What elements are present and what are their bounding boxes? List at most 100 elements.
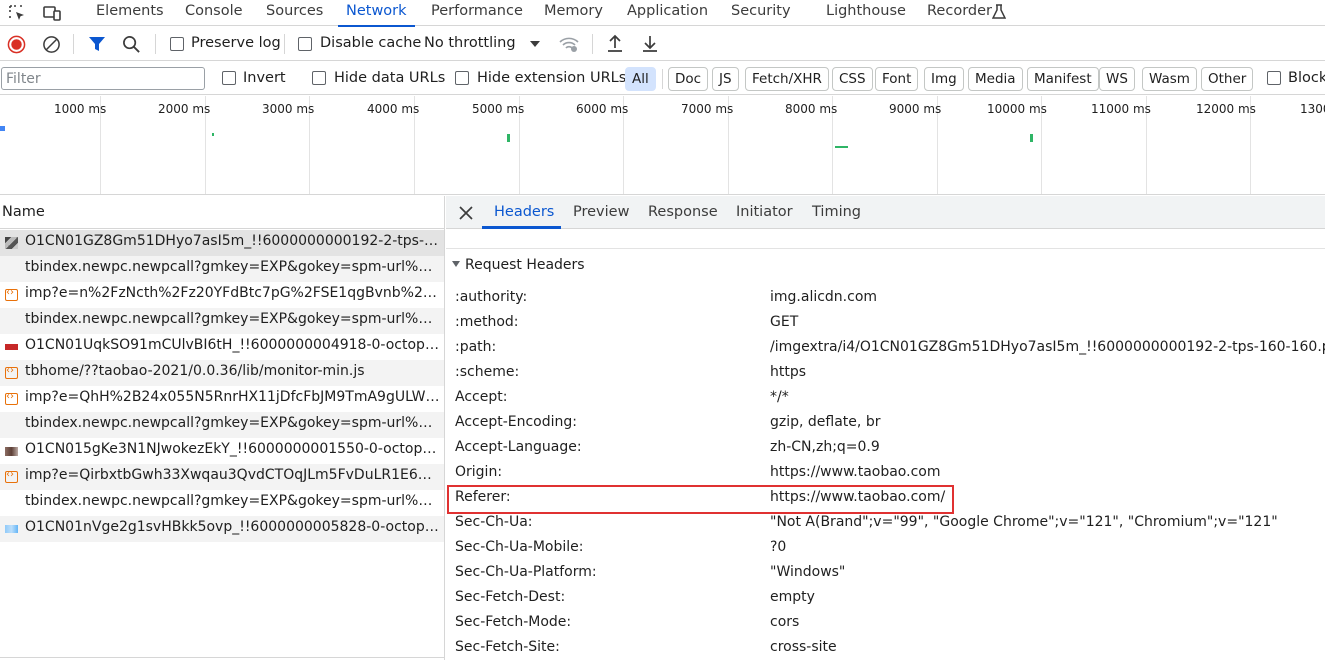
tick-label: 11000 ms bbox=[1091, 102, 1151, 116]
network-overview[interactable]: 1000 ms 2000 ms 3000 ms 4000 ms 5000 ms … bbox=[0, 96, 1325, 195]
tab-network[interactable]: Network bbox=[338, 0, 415, 27]
chevron-down-icon[interactable] bbox=[529, 39, 541, 49]
request-name: imp?e=QirbxtbGwh33Xwqau3QvdCTOqJLm5FvDuL… bbox=[25, 467, 440, 483]
request-row[interactable]: imp?e=QhH%2B24x055N5RnrHX11jDfcFbJM9TmA9… bbox=[0, 386, 444, 412]
header-name: Sec-Fetch-Dest: bbox=[455, 589, 566, 605]
tick-label: 8000 ms bbox=[785, 102, 838, 116]
header-value: https://www.taobao.com bbox=[770, 464, 941, 480]
tick-label: 1000 ms bbox=[54, 102, 107, 116]
disable-cache-label: Disable cache bbox=[320, 35, 422, 51]
tab-preview[interactable]: Preview bbox=[573, 204, 629, 220]
close-icon[interactable] bbox=[458, 205, 474, 221]
hide-data-urls-label: Hide data URLs bbox=[334, 70, 446, 86]
disable-cache-checkbox[interactable] bbox=[298, 37, 312, 51]
filter-icon[interactable] bbox=[88, 35, 106, 53]
header-value: GET bbox=[770, 314, 799, 330]
hide-data-urls-checkbox[interactable] bbox=[312, 71, 326, 85]
tab-recorder[interactable]: Recorder bbox=[927, 0, 992, 26]
type-filter-js[interactable]: JS bbox=[712, 67, 739, 91]
header-name: :authority: bbox=[455, 289, 528, 305]
request-row[interactable]: O1CN01GZ8Gm51DHyo7asI5m_!!6000000000192-… bbox=[0, 230, 444, 256]
filter-input[interactable] bbox=[1, 67, 205, 90]
inspect-element-icon[interactable] bbox=[7, 3, 27, 23]
waterfall-mark bbox=[212, 133, 214, 136]
filter-bar: Invert Hide data URLs Hide extension URL… bbox=[0, 62, 1325, 95]
header-value: cors bbox=[770, 614, 800, 630]
tick-label: 10000 ms bbox=[987, 102, 1047, 116]
request-row[interactable]: tbindex.newpc.newpcall?gmkey=EXP&gokey=s… bbox=[0, 308, 444, 334]
record-stop-icon[interactable] bbox=[7, 35, 26, 54]
header-value: ?0 bbox=[770, 539, 787, 555]
tab-security[interactable]: Security bbox=[731, 0, 791, 26]
type-filter-img[interactable]: Img bbox=[924, 67, 964, 91]
header-name: :method: bbox=[455, 314, 519, 330]
throttling-select[interactable]: No throttling bbox=[424, 35, 516, 51]
type-filter-css[interactable]: CSS bbox=[832, 67, 873, 91]
invert-label: Invert bbox=[243, 70, 286, 86]
tab-sources[interactable]: Sources bbox=[266, 0, 323, 26]
type-filter-other[interactable]: Other bbox=[1201, 67, 1254, 91]
tab-performance[interactable]: Performance bbox=[431, 0, 523, 26]
type-filter-doc[interactable]: Doc bbox=[668, 67, 709, 91]
tick-label: 12000 ms bbox=[1196, 102, 1256, 116]
tab-timing[interactable]: Timing bbox=[812, 204, 861, 220]
waterfall-mark bbox=[0, 126, 5, 131]
header-name: :path: bbox=[455, 339, 497, 355]
request-row[interactable]: imp?e=n%2FzNcth%2Fz20YFdBtc7pG%2FSE1qgBv… bbox=[0, 282, 444, 308]
name-column-header[interactable]: Name bbox=[0, 196, 445, 229]
preserve-log-label: Preserve log bbox=[191, 35, 281, 51]
image-file-icon bbox=[5, 344, 18, 350]
request-headers-section-toggle[interactable]: Request Headers bbox=[452, 257, 585, 273]
request-name: tbindex.newpc.newpcall?gmkey=EXP&gokey=s… bbox=[25, 493, 440, 509]
export-har-icon[interactable] bbox=[641, 34, 659, 53]
header-value: img.alicdn.com bbox=[770, 289, 878, 305]
tab-memory[interactable]: Memory bbox=[544, 0, 603, 26]
tab-response[interactable]: Response bbox=[648, 204, 718, 220]
tab-headers[interactable]: Headers bbox=[494, 204, 554, 220]
header-name: Accept-Language: bbox=[455, 439, 582, 455]
type-filter-all[interactable]: All bbox=[625, 67, 656, 91]
device-toolbar-icon[interactable] bbox=[42, 3, 62, 23]
type-filter-wasm[interactable]: Wasm bbox=[1142, 67, 1197, 91]
request-row[interactable]: tbhome/??taobao-2021/0.0.36/lib/monitor-… bbox=[0, 360, 444, 386]
image-file-icon bbox=[5, 525, 18, 533]
request-row[interactable]: tbindex.newpc.newpcall?gmkey=EXP&gokey=s… bbox=[0, 412, 444, 438]
import-har-icon[interactable] bbox=[606, 34, 624, 53]
tab-lighthouse[interactable]: Lighthouse bbox=[826, 0, 906, 26]
header-name: Origin: bbox=[455, 464, 503, 480]
type-filter-ws[interactable]: WS bbox=[1099, 67, 1135, 91]
type-filter-manifest[interactable]: Manifest bbox=[1027, 67, 1099, 91]
hide-extension-urls-checkbox[interactable] bbox=[455, 71, 469, 85]
search-icon[interactable] bbox=[122, 35, 141, 54]
hide-extension-urls-label: Hide extension URLs bbox=[477, 70, 627, 86]
triangle-down-icon bbox=[452, 261, 460, 267]
request-row[interactable]: O1CN01nVge2g1svHBkk5ovp_!!6000000005828-… bbox=[0, 516, 444, 542]
tick-label: 6000 ms bbox=[576, 102, 629, 116]
clear-icon[interactable] bbox=[42, 35, 61, 54]
tab-application[interactable]: Application bbox=[627, 0, 708, 26]
type-filter-fetch-xhr[interactable]: Fetch/XHR bbox=[745, 67, 829, 91]
type-filter-font[interactable]: Font bbox=[875, 67, 919, 91]
preserve-log-checkbox[interactable] bbox=[170, 37, 184, 51]
tab-elements[interactable]: Elements bbox=[96, 0, 164, 26]
network-conditions-icon[interactable] bbox=[558, 35, 580, 53]
waterfall-mark bbox=[1030, 134, 1033, 142]
tab-console[interactable]: Console bbox=[185, 0, 243, 26]
header-value: /imgextra/i4/O1CN01GZ8Gm51DHyo7asI5m_!!6… bbox=[770, 339, 1325, 355]
script-file-icon bbox=[5, 285, 18, 301]
request-row[interactable]: tbindex.newpc.newpcall?gmkey=EXP&gokey=s… bbox=[0, 490, 444, 516]
invert-checkbox[interactable] bbox=[222, 71, 236, 85]
header-value: "Not A(Brand";v="99", "Google Chrome";v=… bbox=[770, 514, 1278, 530]
type-filter-media[interactable]: Media bbox=[968, 67, 1023, 91]
script-file-icon bbox=[5, 467, 18, 483]
request-name: tbindex.newpc.newpcall?gmkey=EXP&gokey=s… bbox=[25, 259, 440, 275]
blocked-requests-checkbox[interactable] bbox=[1267, 71, 1281, 85]
request-row[interactable]: tbindex.newpc.newpcall?gmkey=EXP&gokey=s… bbox=[0, 256, 444, 282]
request-row[interactable]: O1CN015gKe3N1NJwokezEkY_!!6000000001550-… bbox=[0, 438, 444, 464]
header-name: Sec-Fetch-Mode: bbox=[455, 614, 572, 630]
request-row[interactable]: imp?e=QirbxtbGwh33Xwqau3QvdCTOqJLm5FvDuL… bbox=[0, 464, 444, 490]
section-title: Request Headers bbox=[465, 257, 585, 273]
request-row[interactable]: O1CN01UqkSO91mCUlvBI6tH_!!6000000004918-… bbox=[0, 334, 444, 360]
tick-label: 9000 ms bbox=[889, 102, 942, 116]
tab-initiator[interactable]: Initiator bbox=[736, 204, 793, 220]
